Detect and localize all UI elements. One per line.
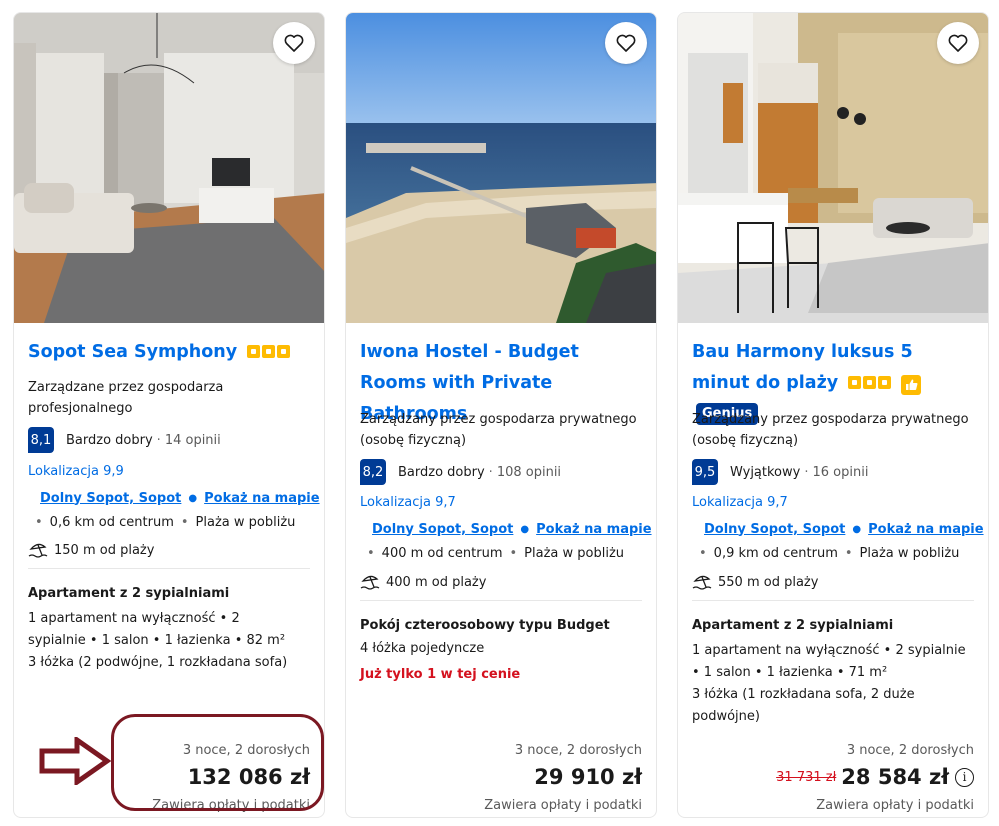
property-title[interactable]: Sopot Sea Symphony [28, 337, 310, 368]
room-type: Pokój czteroosobowy typu Budget [360, 618, 610, 633]
show-on-map-link[interactable]: Pokaż na mapie [536, 522, 651, 537]
location-score: Lokalizacja 9,9 [28, 464, 124, 479]
favorite-button[interactable] [605, 22, 647, 64]
show-on-map-link[interactable]: Pokaż na mapie [868, 522, 983, 537]
room-type: Apartament z 2 sypialniami [692, 618, 894, 633]
price: 31 731 zł 28 584 zł i [776, 765, 974, 789]
beach-distance-row: 150 m od plaży [28, 541, 154, 559]
original-price: 31 731 zł [776, 769, 837, 785]
thumbs-up-icon [901, 374, 922, 395]
favorite-button[interactable] [937, 22, 979, 64]
stay-length: 3 noce, 2 dorosłych [846, 743, 974, 758]
show-on-map-link[interactable]: Pokaż na mapie [204, 491, 319, 506]
beach-icon [28, 543, 48, 558]
property-photo[interactable] [346, 13, 656, 323]
score-word: Bardzo dobry [398, 464, 485, 480]
score-word: Wyjątkowy [730, 464, 801, 480]
distance-info: • 400 m od centrum • Plaża w pobliżu [367, 546, 625, 561]
heart-icon [284, 34, 304, 52]
distance-info: • 0,9 km od centrum • Plaża w pobliżu [699, 546, 960, 561]
info-icon[interactable]: i [955, 767, 974, 787]
address-line: Dolny Sopot, Sopot ● Pokaż na mapie [360, 520, 652, 538]
beach-nearby: Plaża w pobliżu [524, 546, 625, 561]
highlight-box [111, 714, 324, 811]
review-score[interactable]: 9,5 Wyjątkowy · 16 opinii [692, 459, 974, 485]
room-details: 1 apartament na wyłączność • 2 sypialnie… [692, 643, 966, 680]
host-type: Zarządzane przez gospodarza profesjonaln… [28, 380, 224, 416]
taxes-note: Zawiera opłaty i podatki [816, 798, 974, 813]
property-photo[interactable] [678, 13, 988, 323]
distance-info: • 0,6 km od centrum • Plaża w pobliżu [35, 515, 296, 530]
score-badge: 8,1 [28, 427, 54, 453]
district-link[interactable]: Dolny Sopot, Sopot [40, 491, 181, 506]
host-type: Zarządzany przez gospodarza prywatnego (… [692, 412, 969, 448]
beach-icon [692, 575, 712, 590]
beach-distance-row: 550 m od plaży [692, 573, 818, 591]
district-link[interactable]: Dolny Sopot, Sopot [372, 522, 513, 537]
review-count: 16 opinii [812, 464, 869, 480]
favorite-button[interactable] [273, 22, 315, 64]
property-card[interactable]: Bau Harmony luksus 5 minut do plaży Geni… [677, 12, 989, 818]
room-type: Apartament z 2 sypialniami [28, 586, 230, 601]
center-distance: 0,9 km od centrum [713, 546, 838, 561]
availability-warning: Już tylko 1 w tej cenie [360, 667, 521, 682]
review-count: 14 opinii [164, 432, 221, 448]
district-link[interactable]: Dolny Sopot, Sopot [704, 522, 845, 537]
beach-distance-row: 400 m od plaży [360, 573, 486, 591]
center-distance: 400 m od centrum [381, 546, 503, 561]
room-details: 1 apartament na wyłączność • 2 sypialnie… [28, 611, 286, 648]
stay-length: 3 noce, 2 dorosłych [514, 743, 642, 758]
review-score[interactable]: 8,2 Bardzo dobry · 108 opinii [360, 459, 642, 485]
review-score[interactable]: 8,1 Bardzo dobry · 14 opinii [28, 427, 310, 453]
arrow-icon [39, 737, 111, 785]
heart-icon [948, 34, 968, 52]
beach-icon [360, 575, 380, 590]
heart-icon [616, 34, 636, 52]
taxes-note: Zawiera opłaty i podatki [484, 798, 642, 813]
address-line: Dolny Sopot, Sopot ● Pokaż na mapie [692, 520, 984, 538]
property-card[interactable]: Sopot Sea Symphony Zarządzane przez gosp… [13, 12, 325, 818]
star-rating [247, 345, 291, 358]
bed-info: 4 łóżka pojedyncze [360, 641, 485, 656]
bed-info: 3 łóżka (1 rozkładana sofa, 2 duże podwó… [692, 687, 915, 724]
score-word: Bardzo dobry [66, 432, 153, 448]
bed-info: 3 łóżka (2 podwójne, 1 rozkładana sofa) [28, 655, 288, 670]
score-badge: 9,5 [692, 459, 718, 485]
score-badge: 8,2 [360, 459, 386, 485]
location-score: Lokalizacja 9,7 [360, 495, 456, 510]
host-type: Zarządzany przez gospodarza prywatnego (… [360, 412, 637, 448]
beach-nearby: Plaża w pobliżu [859, 546, 960, 561]
address-line: Dolny Sopot, Sopot ● Pokaż na mapie [28, 489, 320, 507]
star-rating [848, 376, 892, 389]
property-card[interactable]: Iwona Hostel - Budget Rooms with Private… [345, 12, 657, 818]
location-score: Lokalizacja 9,7 [692, 495, 788, 510]
center-distance: 0,6 km od centrum [49, 515, 174, 530]
price: 29 910 zł [534, 765, 642, 789]
review-count: 108 opinii [496, 464, 562, 480]
beach-nearby: Plaża w pobliżu [195, 515, 296, 530]
property-photo[interactable] [14, 13, 324, 323]
